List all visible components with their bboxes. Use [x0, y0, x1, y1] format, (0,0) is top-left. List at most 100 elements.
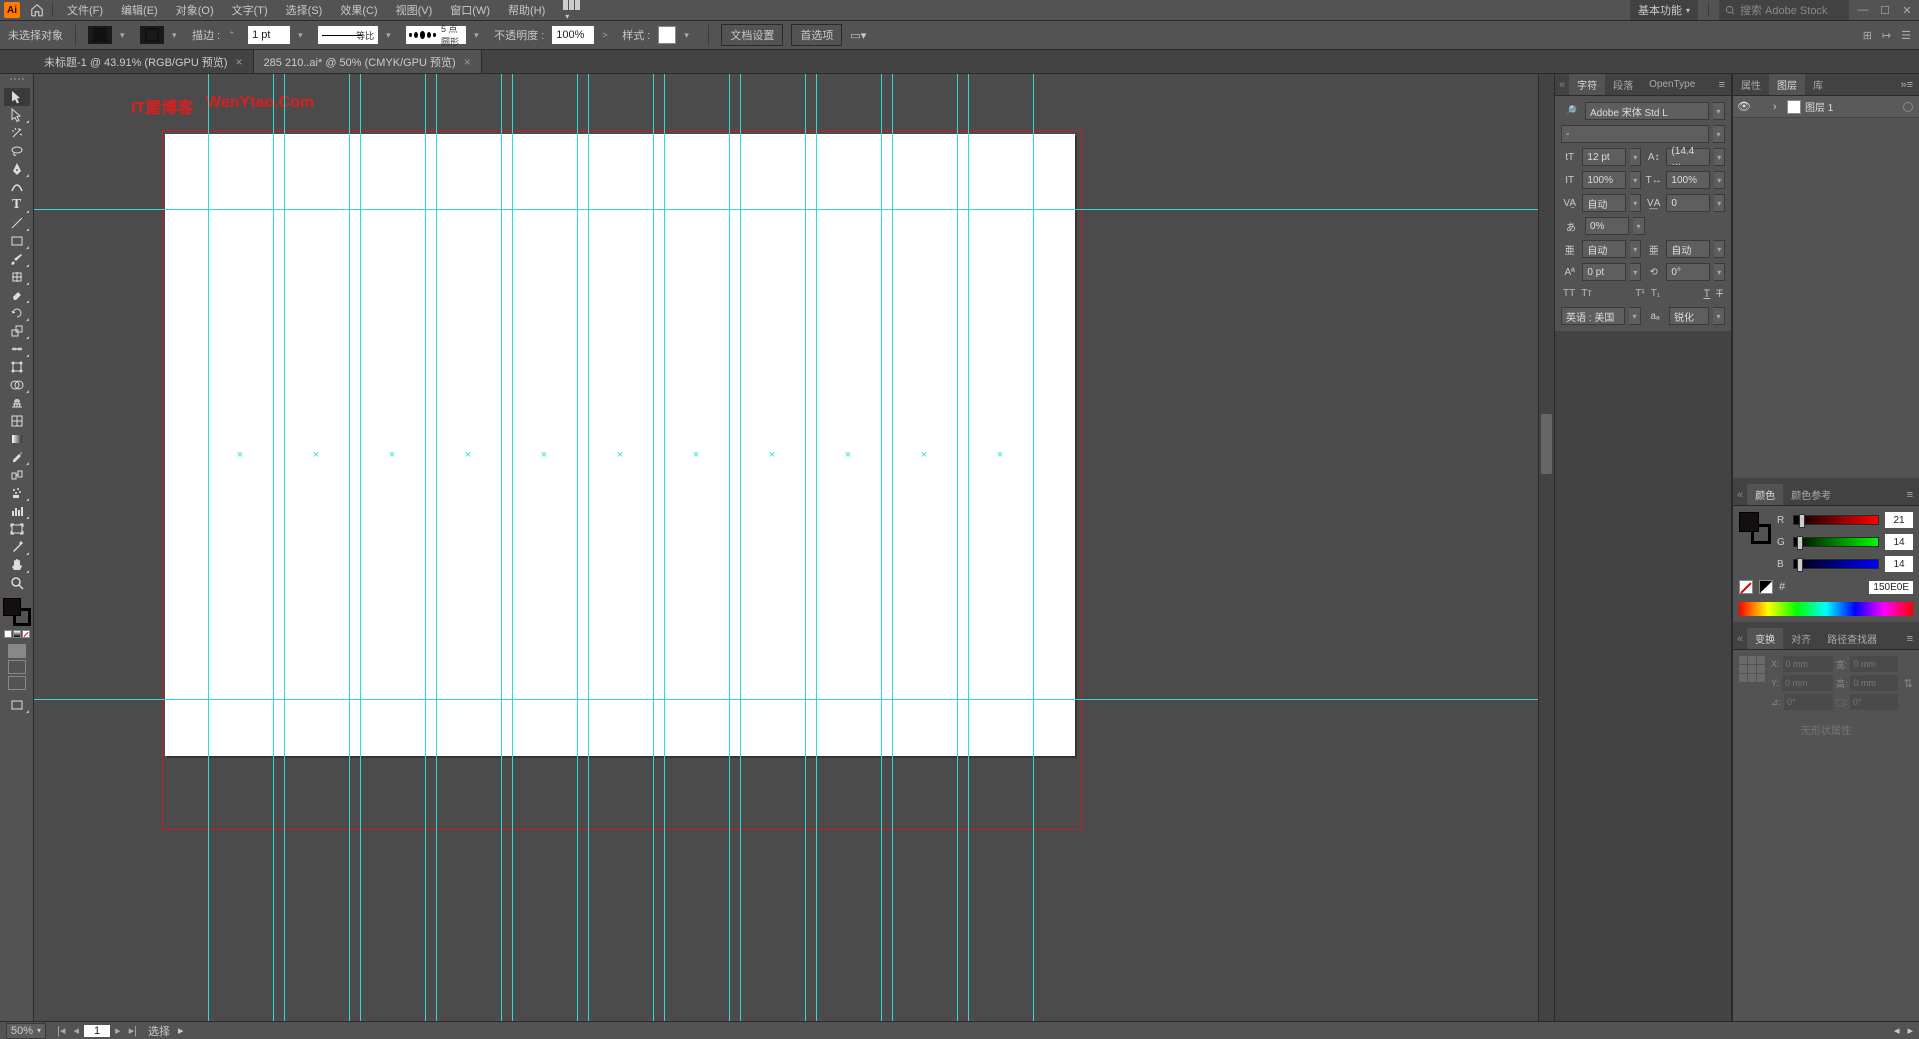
menu-view[interactable]: 视图(V) [388, 0, 441, 20]
zoom-tool[interactable] [4, 574, 30, 592]
guide-vertical[interactable] [349, 74, 350, 1021]
guide-vertical[interactable] [805, 74, 806, 1021]
b-value[interactable]: 14 [1885, 556, 1913, 572]
panel-menu-icon[interactable]: ≡ [1713, 79, 1731, 91]
antialias-select[interactable]: 锐化 [1669, 307, 1709, 325]
guide-vertical[interactable] [653, 74, 654, 1021]
guide-vertical[interactable] [360, 74, 361, 1021]
graphic-style-swatch[interactable] [658, 26, 676, 44]
kerning-input[interactable]: 自动 [1582, 194, 1626, 212]
tab-color[interactable]: 颜色 [1747, 484, 1783, 505]
close-tab-icon[interactable]: × [464, 55, 471, 69]
subscript-button[interactable]: T₁ [1651, 288, 1660, 300]
color-spectrum[interactable] [1739, 602, 1913, 616]
tab-pathfinder[interactable]: 路径查找器 [1819, 628, 1885, 649]
menu-help[interactable]: 帮助(H) [500, 0, 553, 20]
stroke-swatch[interactable] [140, 26, 164, 44]
stroke-weight-input[interactable]: 1 pt [248, 26, 290, 44]
visibility-icon[interactable]: 👁 [1733, 100, 1755, 113]
guide-vertical[interactable] [208, 74, 209, 1021]
stroke-weight-chev[interactable]: ⌃ [228, 30, 240, 41]
panel-menu-icon[interactable]: ≡ [1901, 633, 1919, 645]
curvature-tool[interactable] [4, 178, 30, 196]
guide-vertical[interactable] [512, 74, 513, 1021]
shape-builder-tool[interactable] [4, 376, 30, 394]
color-mode-switches[interactable] [4, 630, 30, 638]
scale-tool[interactable] [4, 322, 30, 340]
perspective-grid-tool[interactable] [4, 394, 30, 412]
snap-icon[interactable]: ⊞ [1863, 29, 1872, 42]
none-color-swatch[interactable] [1739, 580, 1753, 594]
direct-selection-tool[interactable] [4, 106, 30, 124]
guide-vertical[interactable] [436, 74, 437, 1021]
rectangle-tool[interactable] [4, 232, 30, 250]
symbol-sprayer-tool[interactable] [4, 484, 30, 502]
blend-tool[interactable] [4, 466, 30, 484]
guide-vertical[interactable] [816, 74, 817, 1021]
layer-row[interactable]: 👁 › 图层 1 [1733, 96, 1919, 118]
guide-vertical[interactable] [892, 74, 893, 1021]
type-tool[interactable]: T [4, 196, 30, 214]
guide-vertical[interactable] [501, 74, 502, 1021]
draw-behind-icon[interactable] [8, 660, 26, 674]
draw-inside-icon[interactable] [8, 676, 26, 690]
font-family-input[interactable]: Adobe 宋体 Std L [1585, 102, 1709, 120]
panel-menu-icon[interactable]: »≡ [1894, 79, 1919, 91]
paintbrush-tool[interactable] [4, 250, 30, 268]
menu-select[interactable]: 选择(S) [278, 0, 331, 20]
guide-vertical[interactable] [273, 74, 274, 1021]
vscale-input[interactable]: 100% [1582, 171, 1626, 189]
hscale-input[interactable]: 100% [1666, 171, 1710, 189]
column-graph-tool[interactable] [4, 502, 30, 520]
underline-button[interactable]: T [1704, 288, 1711, 300]
tab-transform[interactable]: 变换 [1747, 628, 1783, 649]
w-input[interactable]: 0 mm [1850, 656, 1897, 672]
menu-effect[interactable]: 效果(C) [332, 0, 385, 20]
artboard-tool[interactable] [4, 520, 30, 538]
h-input[interactable]: 0 mm [1850, 675, 1897, 691]
brush-profile[interactable]: 5 点圆形 [406, 26, 466, 44]
g-value[interactable]: 14 [1885, 534, 1913, 550]
guide-vertical[interactable] [1033, 74, 1034, 1021]
small-caps-button[interactable]: Tᴛ [1581, 288, 1592, 300]
target-icon[interactable] [1903, 102, 1913, 112]
guide-vertical[interactable] [577, 74, 578, 1021]
opacity-input[interactable]: 100% [552, 26, 594, 44]
guide-vertical[interactable] [957, 74, 958, 1021]
align-icon[interactable]: ▭▾ [850, 29, 866, 42]
y-input[interactable]: 0 mm [1782, 675, 1833, 691]
guide-vertical[interactable] [729, 74, 730, 1021]
tab-opentype[interactable]: OpenType [1641, 76, 1703, 93]
reference-point-selector[interactable] [1739, 656, 1765, 682]
leading-input[interactable]: (14.4 … [1666, 148, 1710, 166]
tracking-input[interactable]: 0 [1666, 194, 1710, 212]
font-size-input[interactable]: 12 pt [1582, 148, 1626, 166]
char-rotation-input[interactable]: 0° [1666, 263, 1710, 281]
guide-vertical[interactable] [740, 74, 741, 1021]
expand-arrow-icon[interactable]: › [1773, 101, 1787, 113]
fill-dropdown[interactable]: ▾ [120, 30, 132, 41]
workspace-switcher[interactable]: 基本功能 ▾ [1630, 0, 1698, 20]
strikethrough-button[interactable]: T [1716, 288, 1723, 300]
aki-right[interactable]: 自动 [1666, 240, 1710, 258]
arrange-docs-icon[interactable]: ▾ [555, 0, 589, 24]
close-tab-icon[interactable]: × [236, 55, 243, 69]
selection-tool[interactable] [4, 88, 30, 106]
gradient-tool[interactable] [4, 430, 30, 448]
tab-align[interactable]: 对齐 [1783, 628, 1819, 649]
preferences-button[interactable]: 首选项 [791, 24, 842, 46]
pen-tool[interactable] [4, 160, 30, 178]
language-select[interactable]: 英语 : 美国 [1561, 307, 1625, 325]
stroke-style-sample[interactable]: 等比 [318, 26, 378, 44]
guide-vertical[interactable] [588, 74, 589, 1021]
bw-color-swatch[interactable] [1759, 580, 1773, 594]
font-style-input[interactable]: - [1561, 125, 1709, 143]
x-input[interactable]: 0 mm [1783, 656, 1833, 672]
scroll-left-button[interactable]: ◂ [1894, 1024, 1900, 1037]
tab-layers[interactable]: 图层 [1769, 74, 1805, 95]
menu-type[interactable]: 文字(T) [224, 0, 276, 20]
tab-libraries[interactable]: 库 [1805, 74, 1831, 95]
color-fill-stroke-indicator[interactable] [1739, 512, 1771, 544]
guide-horizontal[interactable] [34, 699, 1554, 700]
guide-vertical[interactable] [881, 74, 882, 1021]
